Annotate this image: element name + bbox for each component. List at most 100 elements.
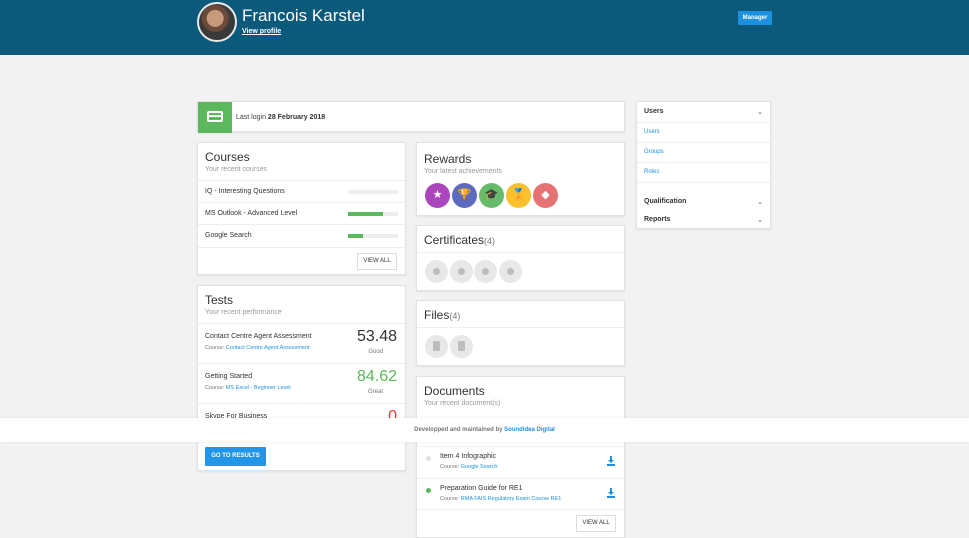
divider — [417, 252, 624, 253]
courses-title: Courses — [205, 150, 250, 164]
test-course-link[interactable]: Contact Centre Agent Assessment — [226, 345, 310, 351]
course-name: IQ - Interesting Questions — [205, 188, 285, 195]
divider — [637, 182, 770, 183]
course-progress-bar — [348, 212, 398, 216]
status-dot — [426, 456, 431, 461]
documents-subtitle: Your recent document(s) — [424, 400, 501, 407]
documents-view-all-button[interactable]: VIEW ALL — [576, 515, 616, 532]
last-login-date: 28 February 2018 — [267, 114, 326, 121]
status-dot — [426, 488, 431, 493]
document-row[interactable]: Item 4 Infographic Course: Google Search — [417, 446, 624, 477]
avatar[interactable] — [197, 2, 237, 42]
tests-card: Tests Your recent performance Contact Ce… — [197, 285, 406, 471]
chevron-down-icon: ⌄ — [757, 217, 763, 224]
menu-section-label: Qualification — [644, 198, 687, 205]
certificates-count: (4) — [484, 236, 496, 246]
menu-section-label: Reports — [644, 216, 671, 223]
view-profile-link[interactable]: View profile — [242, 28, 281, 35]
file-icon[interactable] — [425, 335, 448, 358]
test-course: Course: MS Excel - Beginner Level — [205, 385, 291, 391]
tests-subtitle: Your recent performance — [205, 309, 282, 316]
sidebar-item-label: Users — [644, 129, 660, 135]
course-row[interactable]: MS Outlook - Advanced Level — [198, 202, 405, 224]
divider — [198, 247, 405, 248]
star-icon[interactable]: ★ — [425, 183, 450, 208]
document-course-link[interactable]: Google Search — [461, 464, 498, 470]
test-row[interactable]: Contact Centre Agent Assessment Course: … — [198, 323, 405, 363]
certificate-icon[interactable] — [474, 260, 497, 283]
rewards-title: Rewards — [424, 152, 472, 166]
test-grade: Great — [367, 389, 383, 395]
certificate-icon[interactable] — [425, 260, 448, 283]
course-progress-bar — [348, 190, 398, 194]
footer-bar: Developped and maintained by Soundidea D… — [0, 418, 969, 442]
document-name: Item 4 Infographic — [440, 453, 497, 460]
course-name: MS Outlook - Advanced Level — [205, 210, 298, 217]
course-prefix: Course: — [205, 345, 225, 351]
rewards-card: Rewards Your latest achievements ★ 🏆 🎓 🏅… — [416, 142, 625, 216]
sidebar-item-roles[interactable]: Roles — [637, 162, 770, 182]
files-title: Files(4) — [424, 308, 460, 322]
documents-title: Documents — [424, 384, 485, 398]
course-row[interactable]: Google Search — [198, 224, 405, 246]
user-name: Francois Karstel — [242, 6, 365, 25]
document-course: Course: Google Search — [440, 464, 498, 470]
certificate-icon[interactable] — [450, 260, 473, 283]
sidebar-item-label: Roles — [644, 169, 660, 175]
last-login-bar: Last login 28 February 2018 — [197, 101, 625, 133]
rewards-subtitle: Your latest achievements — [424, 168, 502, 175]
download-icon[interactable] — [606, 456, 616, 466]
test-score: 84.62 — [356, 368, 397, 385]
menu-section-qualification[interactable]: Qualification ⌄ — [637, 192, 770, 212]
test-row[interactable]: Getting Started Course: MS Excel - Begin… — [198, 363, 405, 403]
document-course-link[interactable]: RMA FAIS Regulatory Exam Course RE1 — [461, 496, 562, 502]
files-label: Files — [424, 308, 450, 322]
footer-link[interactable]: Soundidea Digital — [504, 427, 555, 433]
courses-card: Courses Your recent courses IQ - Interes… — [197, 142, 406, 275]
test-course-link[interactable]: MS Excel - Beginner Level — [226, 385, 291, 391]
courses-subtitle: Your recent courses — [205, 166, 267, 173]
course-prefix: Course: — [205, 385, 225, 391]
medal-icon[interactable]: 🏅 — [506, 183, 531, 208]
certificates-label: Certificates — [424, 233, 485, 247]
trophy-icon[interactable]: 🏆 — [452, 183, 477, 208]
divider — [417, 327, 624, 328]
download-icon[interactable] — [606, 488, 616, 498]
file-icon[interactable] — [450, 335, 473, 358]
sidebar-item-groups[interactable]: Groups — [637, 142, 770, 162]
sidebar-item-users[interactable]: Users — [637, 122, 770, 142]
certificates-card: Certificates(4) — [416, 225, 625, 291]
last-login-text: Last login 28 February 2018 — [236, 114, 325, 121]
last-login-label: Last login — [236, 114, 266, 121]
document-name: Preparation Guide for RE1 — [440, 485, 523, 492]
test-course: Course: Contact Centre Agent Assessment — [205, 345, 310, 351]
files-count: (4) — [449, 311, 461, 321]
footer-text: Developped and maintained by — [414, 427, 503, 433]
certificate-icon[interactable] — [499, 260, 522, 283]
diamond-icon[interactable]: ◆ — [533, 183, 558, 208]
top-header: Francois Karstel View profile Manager — [0, 0, 969, 55]
menu-section-reports[interactable]: Reports ⌄ — [637, 210, 770, 230]
documents-card: Documents Your recent document(s) Item 4… — [416, 376, 625, 538]
course-prefix: Course: — [440, 464, 460, 470]
chevron-down-icon: ⌄ — [757, 109, 763, 116]
certificates-title: Certificates(4) — [424, 233, 495, 247]
role-button[interactable]: Manager — [738, 11, 772, 25]
tests-title: Tests — [205, 293, 234, 307]
go-to-results-button[interactable]: GO TO RESULTS — [205, 447, 266, 466]
course-prefix: Course: — [440, 496, 460, 502]
document-row[interactable]: Preparation Guide for RE1 Course: RMA FA… — [417, 478, 624, 509]
document-course: Course: RMA FAIS Regulatory Exam Course … — [440, 496, 561, 502]
courses-view-all-button[interactable]: VIEW ALL — [357, 253, 397, 270]
course-row[interactable]: IQ - Interesting Questions — [198, 180, 405, 202]
graduation-cap-icon[interactable]: 🎓 — [479, 183, 504, 208]
chevron-down-icon: ⌄ — [757, 199, 763, 206]
test-score: 53.48 — [356, 328, 397, 345]
menu-section-users[interactable]: Users ⌄ — [637, 102, 770, 122]
test-name: Getting Started — [205, 373, 253, 380]
sidebar-menu: Users ⌄ Users Groups Roles Qualification… — [636, 101, 771, 229]
test-name: Contact Centre Agent Assessment — [205, 333, 312, 340]
files-card: Files(4) — [416, 300, 625, 366]
divider — [417, 509, 624, 510]
sidebar-item-label: Groups — [644, 149, 664, 155]
